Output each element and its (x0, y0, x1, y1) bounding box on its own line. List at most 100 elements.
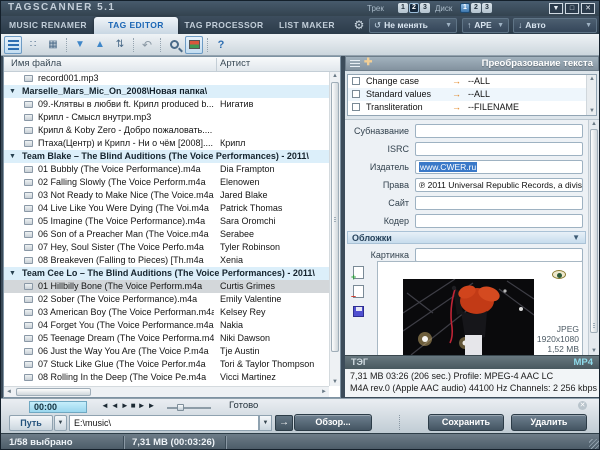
settings-gear-icon[interactable]: ⚙ (351, 17, 367, 33)
file-row[interactable]: 09.-Клятвы в любви ft. Крипл produced b.… (4, 98, 329, 111)
play-icon[interactable]: ► (121, 401, 131, 410)
remove-cover-button[interactable]: – (353, 285, 364, 298)
folder-row[interactable]: ▼Team Cee Lo – The Blind Auditions (The … (4, 267, 329, 280)
file-row[interactable]: Крипл & Koby Zero - Добро пожаловать.... (4, 124, 329, 137)
volume-slider[interactable] (167, 407, 211, 409)
track-1-button[interactable]: 1 (398, 3, 408, 13)
help-button[interactable]: ? (212, 36, 230, 54)
field-input[interactable]: www.CWER.ru (415, 160, 583, 174)
field-input[interactable] (415, 124, 583, 138)
field-input[interactable] (415, 214, 583, 228)
scroll-down-icon[interactable]: ▼ (332, 379, 338, 385)
path-mode-dropdown[interactable]: ▼ (54, 415, 67, 431)
horizontal-scrollbar[interactable]: ◄ ► (4, 386, 329, 397)
transform-item[interactable]: Change case→--ALL (348, 75, 596, 88)
disc-2-button[interactable]: 2 (471, 3, 481, 13)
folder-row[interactable]: ▼Team Blake – The Blind Auditions (The V… (4, 150, 329, 163)
scrollbar-thumb[interactable] (331, 82, 339, 352)
column-artist[interactable]: Артист (220, 58, 250, 69)
move-down-button[interactable]: ▼ (71, 36, 89, 54)
vertical-scrollbar[interactable]: ▲ ▼ (329, 72, 340, 386)
file-row[interactable]: 03 Not Ready to Make Nice (The Voice.m4a… (4, 189, 329, 202)
file-row[interactable]: 01 Hillbilly Bone (The Voice Perform.m4a… (4, 280, 329, 293)
add-cover-button[interactable]: + (353, 266, 364, 279)
minimize-button[interactable]: ▼ (549, 3, 563, 14)
path-input[interactable]: E:\music\ (69, 415, 259, 431)
file-row[interactable]: 08 Breakeven (Falling to Pieces) [Th.m4a… (4, 254, 329, 267)
file-row[interactable]: 05 Teenage Dream (The Voice Performa.m4a… (4, 332, 329, 345)
slider-thumb[interactable] (177, 404, 184, 411)
file-row[interactable]: record001.mp3 (4, 72, 329, 85)
delete-button[interactable]: Удалить (511, 414, 587, 431)
details-view-button[interactable] (4, 36, 22, 54)
folder-row[interactable]: ▼Marselle_Mars_Mic_On_2008\Новая папка\ (4, 85, 329, 98)
checkbox[interactable] (352, 90, 360, 98)
auto-dropdown[interactable]: ↓Авто ▼ (513, 18, 597, 33)
file-row[interactable]: 07 Hey, Soul Sister (The Voice Perfo.m4a… (4, 241, 329, 254)
transform-scrollbar[interactable]: ▲▼ (586, 75, 596, 115)
collapse-triangle-icon[interactable]: ▼ (9, 85, 16, 98)
picture-input[interactable] (415, 248, 583, 262)
stop-icon[interactable]: ■ (131, 401, 138, 410)
list-icon[interactable] (350, 60, 360, 69)
search-button[interactable] (165, 36, 183, 54)
panel-close-icon[interactable]: ✕ (578, 401, 587, 410)
disc-1-button[interactable]: 1 (460, 3, 470, 13)
file-row[interactable]: Крипл - Смысл внутри.mp3 (4, 111, 329, 124)
file-row[interactable]: 04 Live Like You Were Dying (The Voi.m4a… (4, 202, 329, 215)
grid-small-button[interactable]: ∷ (24, 36, 42, 54)
column-filename[interactable]: Имя файла (11, 58, 61, 69)
add-icon[interactable]: ✚ (364, 57, 372, 68)
scrollbar-thumb[interactable] (16, 388, 91, 396)
tab-list-maker[interactable]: List maker (270, 17, 344, 34)
disc-3-button[interactable]: 3 (482, 3, 492, 13)
file-row[interactable]: Птаха(Центр) и Крипл - Ни о чём [2008]..… (4, 137, 329, 150)
maximize-button[interactable]: □ (565, 3, 579, 14)
move-up-button[interactable]: ▲ (91, 36, 109, 54)
collapse-triangle-icon[interactable]: ▼ (9, 150, 16, 163)
file-row[interactable]: 06 Son of a Preacher Man (The Voice.m4aS… (4, 228, 329, 241)
go-button[interactable]: → (275, 415, 293, 431)
file-row[interactable]: 07 Stuck Like Glue (The Voice Perfor.m4a… (4, 358, 329, 371)
ape-dropdown[interactable]: ↑APE ▼ (462, 18, 509, 33)
track-2-button[interactable]: 2 (409, 3, 419, 13)
save-cover-button[interactable] (353, 306, 364, 317)
file-row[interactable]: 02 Falling Slowly (The Voice Perform.m4a… (4, 176, 329, 189)
scroll-right-icon[interactable]: ► (321, 389, 327, 395)
preview-eye-icon[interactable] (552, 270, 566, 279)
collapse-triangle-icon[interactable]: ▼ (9, 267, 16, 280)
field-input[interactable] (415, 142, 583, 156)
sort-button[interactable]: ⇅ (111, 36, 129, 54)
close-button[interactable]: ✕ (581, 3, 595, 14)
path-history-dropdown[interactable]: ▼ (259, 415, 272, 431)
grid-large-button[interactable]: ▦ (44, 36, 62, 54)
case-mode-dropdown[interactable]: ↺Не менять ▼ (369, 18, 457, 33)
cover-art-image[interactable] (403, 279, 534, 355)
artwork-toggle-button[interactable] (185, 36, 203, 54)
column-divider[interactable] (216, 58, 217, 71)
track-3-button[interactable]: 3 (420, 3, 430, 13)
file-row[interactable]: 04 Forget You (The Voice Performance.m4a… (4, 319, 329, 332)
field-input[interactable] (415, 196, 583, 210)
transform-item[interactable]: Transliteration→--FILENAME (348, 101, 596, 114)
file-row[interactable]: 01 Bubbly (The Voice Performance).m4aDia… (4, 163, 329, 176)
scroll-down-icon[interactable]: ▼ (591, 348, 597, 354)
form-scrollbar[interactable]: ▲ ▼ (588, 120, 599, 355)
path-button[interactable]: Путь (9, 415, 53, 431)
scroll-left-icon[interactable]: ◄ (6, 389, 12, 395)
resize-grip[interactable] (589, 439, 599, 449)
tab-tag-editor[interactable]: TAG editor (94, 17, 178, 34)
browse-button[interactable]: Обзор... (294, 414, 372, 431)
rewind-icon[interactable]: ◄◄ (101, 401, 121, 410)
field-input[interactable]: ℗ 2011 Universal Republic Records, a div… (415, 178, 583, 192)
save-button[interactable]: Сохранить (428, 414, 504, 431)
scrollbar-thumb[interactable] (590, 129, 598, 333)
tab-tag-processor[interactable]: TAG processor (180, 17, 268, 34)
transform-item[interactable]: Standard values→--ALL (348, 88, 596, 101)
file-row[interactable]: 06 Just the Way You Are (The Voice P.m4a… (4, 345, 329, 358)
fast-forward-icon[interactable]: ►► (138, 401, 158, 410)
file-row[interactable]: 03 American Boy (The Voice Performan.m4a… (4, 306, 329, 319)
checkbox[interactable] (352, 103, 360, 111)
tab-music-renamer[interactable]: Music renamer (4, 17, 92, 34)
scroll-up-icon[interactable]: ▲ (332, 73, 338, 79)
